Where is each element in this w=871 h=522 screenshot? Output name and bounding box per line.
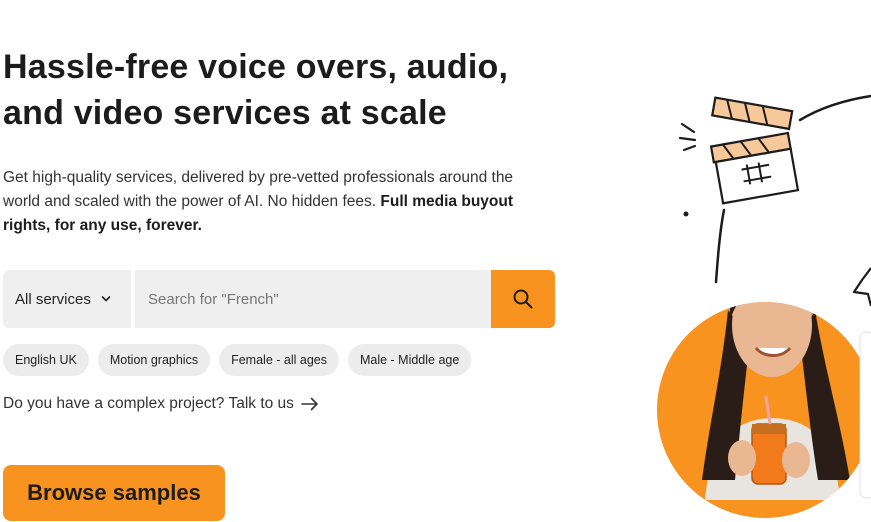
- browse-samples-label: Browse samples: [27, 480, 201, 505]
- browse-samples-button[interactable]: Browse samples: [3, 465, 225, 521]
- chevron-down-icon: [101, 296, 111, 302]
- talk-to-us-label: Do you have a complex project? Talk to u…: [3, 395, 294, 412]
- talk-to-us-link[interactable]: Do you have a complex project? Talk to u…: [3, 395, 319, 413]
- chip-english-uk[interactable]: English UK: [3, 344, 89, 376]
- hero-illustration: [657, 94, 871, 518]
- hero-subtitle: Get high-quality services, delivered by …: [3, 166, 543, 238]
- doodle-dot: [683, 211, 689, 217]
- hero-title-line2: and video services at scale: [3, 94, 447, 132]
- doodle-curve: [798, 94, 871, 122]
- chip-female-all-ages[interactable]: Female - all ages: [219, 344, 339, 376]
- search-button[interactable]: [491, 270, 555, 328]
- hero-title-line1: Hassle-free voice overs, audio,: [3, 48, 509, 86]
- doodle-line: [714, 208, 726, 284]
- clapperboard-icon: [678, 96, 800, 205]
- chip-male-middle-age[interactable]: Male - Middle age: [347, 344, 472, 376]
- star-icon: [852, 267, 871, 307]
- search-input[interactable]: [135, 270, 491, 328]
- search-icon: [513, 289, 533, 309]
- side-card-edge: [859, 331, 871, 499]
- hero-title: Hassle-free voice overs, audio, and vide…: [3, 44, 508, 136]
- chip-motion-graphics[interactable]: Motion graphics: [97, 344, 211, 376]
- arrow-right-icon: [301, 397, 318, 411]
- suggestion-chips: English UK Motion graphics Female - all …: [3, 344, 472, 376]
- services-dropdown-label: All services: [15, 290, 91, 308]
- services-dropdown[interactable]: All services: [3, 270, 131, 328]
